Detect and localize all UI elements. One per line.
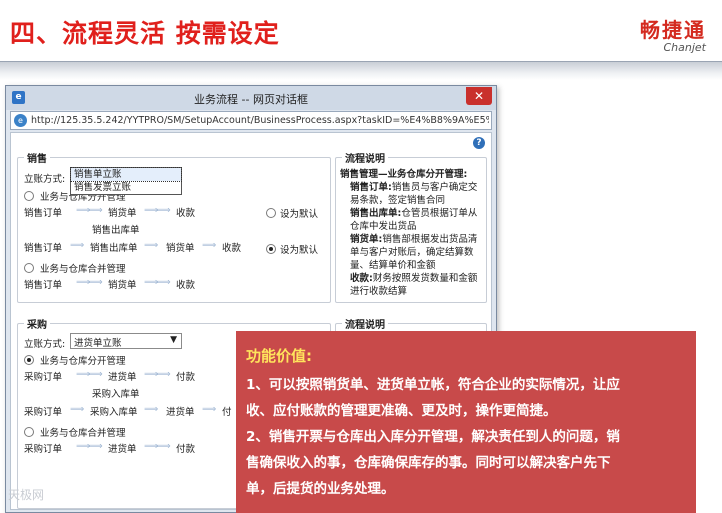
sales-row2-step3: 销货单 <box>166 243 195 254</box>
purchase-row1-step3: 付款 <box>176 372 196 383</box>
sales-set-default-label-1: 设为默认 <box>280 209 319 220</box>
purchase-row3-step3: 付款 <box>176 444 196 455</box>
chevron-down-icon: ▼ <box>170 335 177 345</box>
sales-row3-step3: 收款 <box>176 280 196 291</box>
dropdown-option-sales-doc[interactable]: 销售单立账 <box>70 167 182 182</box>
sales-row3-step1: 销售订单 <box>24 280 63 291</box>
sales-option-separate-radio[interactable] <box>24 191 34 201</box>
function-value-box: 功能价值: 1、可以按照销货单、进货单立帐，符合企业的实际情况，让应 收、应付账… <box>236 331 696 513</box>
purchase-row1-extra: 采购入库单 <box>92 389 140 400</box>
ie-globe-icon: e <box>14 114 27 127</box>
dialog-title: 业务流程 -- 网页对话框 <box>194 93 308 106</box>
purchase-row2-step3: 进货单 <box>166 407 195 418</box>
sales-set-default-radio-1[interactable] <box>266 208 276 218</box>
sales-option-merged-radio[interactable] <box>24 263 34 273</box>
logo-cn-text: 畅捷通 <box>640 18 706 42</box>
purchase-account-mode-label: 立账方式: <box>24 339 66 350</box>
sales-desc-group: 流程说明 销售管理—业务仓库分开管理: 销售订单:销售员与客户确定交易条款，签定… <box>335 150 487 303</box>
desc-heading: 销售管理—业务仓库分开管理: <box>340 169 468 180</box>
purchase-row2-step1: 采购订单 <box>24 407 63 418</box>
sales-group: 销售 立账方式: 业务与仓库分开管理 销售订单 ⟹⟹ 销货单 ⟹⟹ 收款 设为默… <box>17 150 331 303</box>
purchase-desc-label: 流程说明 <box>342 316 388 331</box>
arrow-icon: ⟹⟹ <box>76 441 103 452</box>
purchase-option-merged-label: 业务与仓库合并管理 <box>40 428 126 439</box>
sales-set-default-label-2: 设为默认 <box>280 245 319 256</box>
arrow-icon: ⟹ <box>144 404 158 415</box>
value-box-line: 1、可以按照销货单、进货单立帐，符合企业的实际情况，让应 <box>246 377 620 393</box>
purchase-row2-step2: 采购入库单 <box>90 407 138 418</box>
value-box-line: 单，后提货的业务处理。 <box>246 481 395 497</box>
purchase-option-separate-label: 业务与仓库分开管理 <box>40 356 126 367</box>
desc-term: 销售出库单: <box>350 208 402 219</box>
desc-term: 收款: <box>350 273 373 284</box>
arrow-icon: ⟹ <box>202 240 216 251</box>
sales-account-mode-label: 立账方式: <box>24 174 66 185</box>
arrow-icon: ⟹⟹ <box>144 441 171 452</box>
arrow-icon: ⟹ <box>70 404 84 415</box>
purchase-option-separate-radio[interactable] <box>24 355 34 365</box>
purchase-row3-step2: 进货单 <box>108 444 137 455</box>
purchase-row1-step2: 进货单 <box>108 372 137 383</box>
address-bar[interactable]: e http://125.35.5.242/YYTPRO/SM/SetupAcc… <box>10 111 492 130</box>
arrow-icon: ⟹ <box>202 404 216 415</box>
chanjet-logo: 畅捷通 Chanjet <box>640 14 706 54</box>
desc-term: 销货单: <box>350 234 383 245</box>
sales-desc-text: 销售管理—业务仓库分开管理: 销售订单:销售员与客户确定交易条款，签定销售合同 … <box>340 168 486 298</box>
arrow-icon: ⟹⟹ <box>144 369 171 380</box>
slide-title: 四、流程灵活 按需设定 <box>10 19 280 48</box>
purchase-group-label: 采购 <box>24 316 50 331</box>
arrow-icon: ⟹⟹ <box>144 205 171 216</box>
purchase-account-mode-select[interactable]: 进货单立账 ▼ <box>70 333 182 349</box>
header-band <box>0 62 722 80</box>
sales-row2-step4: 收款 <box>222 243 242 254</box>
purchase-option-merged-radio[interactable] <box>24 427 34 437</box>
sales-set-default-radio-2[interactable] <box>266 244 276 254</box>
sales-row1-extra: 销售出库单 <box>92 225 140 236</box>
sales-desc-label: 流程说明 <box>342 150 388 165</box>
sales-row1-step3: 收款 <box>176 208 196 219</box>
sales-group-label: 销售 <box>24 150 50 165</box>
arrow-icon: ⟹⟹ <box>144 277 171 288</box>
sales-row2-step2: 销售出库单 <box>90 243 138 254</box>
value-box-title: 功能价值: <box>246 347 312 365</box>
value-box-line: 收、应付账款的管理更准确、更及时，操作更简捷。 <box>246 403 557 419</box>
close-button[interactable]: ✕ <box>466 87 492 105</box>
dialog-titlebar[interactable]: e 业务流程 -- 网页对话框 ✕ <box>6 86 496 110</box>
dropdown-option-sales-invoice[interactable]: 销售发票立账 <box>71 181 181 194</box>
url-text: http://125.35.5.242/YYTPRO/SM/SetupAccou… <box>31 115 489 126</box>
purchase-row3-step1: 采购订单 <box>24 444 63 455</box>
purchase-select-value: 进货单立账 <box>74 338 122 349</box>
sales-row1-step1: 销售订单 <box>24 208 63 219</box>
arrow-icon: ⟹⟹ <box>76 277 103 288</box>
arrow-icon: ⟹⟹ <box>76 205 103 216</box>
sales-row3-step2: 销货单 <box>108 280 137 291</box>
sales-row1-step2: 销货单 <box>108 208 137 219</box>
arrow-icon: ⟹⟹ <box>76 369 103 380</box>
arrow-icon: ⟹ <box>144 240 158 251</box>
purchase-row1-step1: 采购订单 <box>24 372 63 383</box>
help-icon[interactable]: ? <box>473 137 485 149</box>
sales-account-mode-dropdown[interactable]: 销售单立账 销售发票立账 <box>70 167 182 195</box>
sales-row2-step1: 销售订单 <box>24 243 63 254</box>
sales-option-merged-label: 业务与仓库合并管理 <box>40 264 126 275</box>
value-box-line: 售确保收入的事，仓库确保库存的事。同时可以解决客户先下 <box>246 455 611 471</box>
watermark: 天极网 <box>8 488 45 502</box>
desc-term: 销售订单: <box>350 182 392 193</box>
purchase-row2-step4: 付 <box>222 407 232 418</box>
value-box-line: 2、销售开票与仓库出入库分开管理，解决责任到人的问题，销 <box>246 429 620 445</box>
arrow-icon: ⟹ <box>70 240 84 251</box>
